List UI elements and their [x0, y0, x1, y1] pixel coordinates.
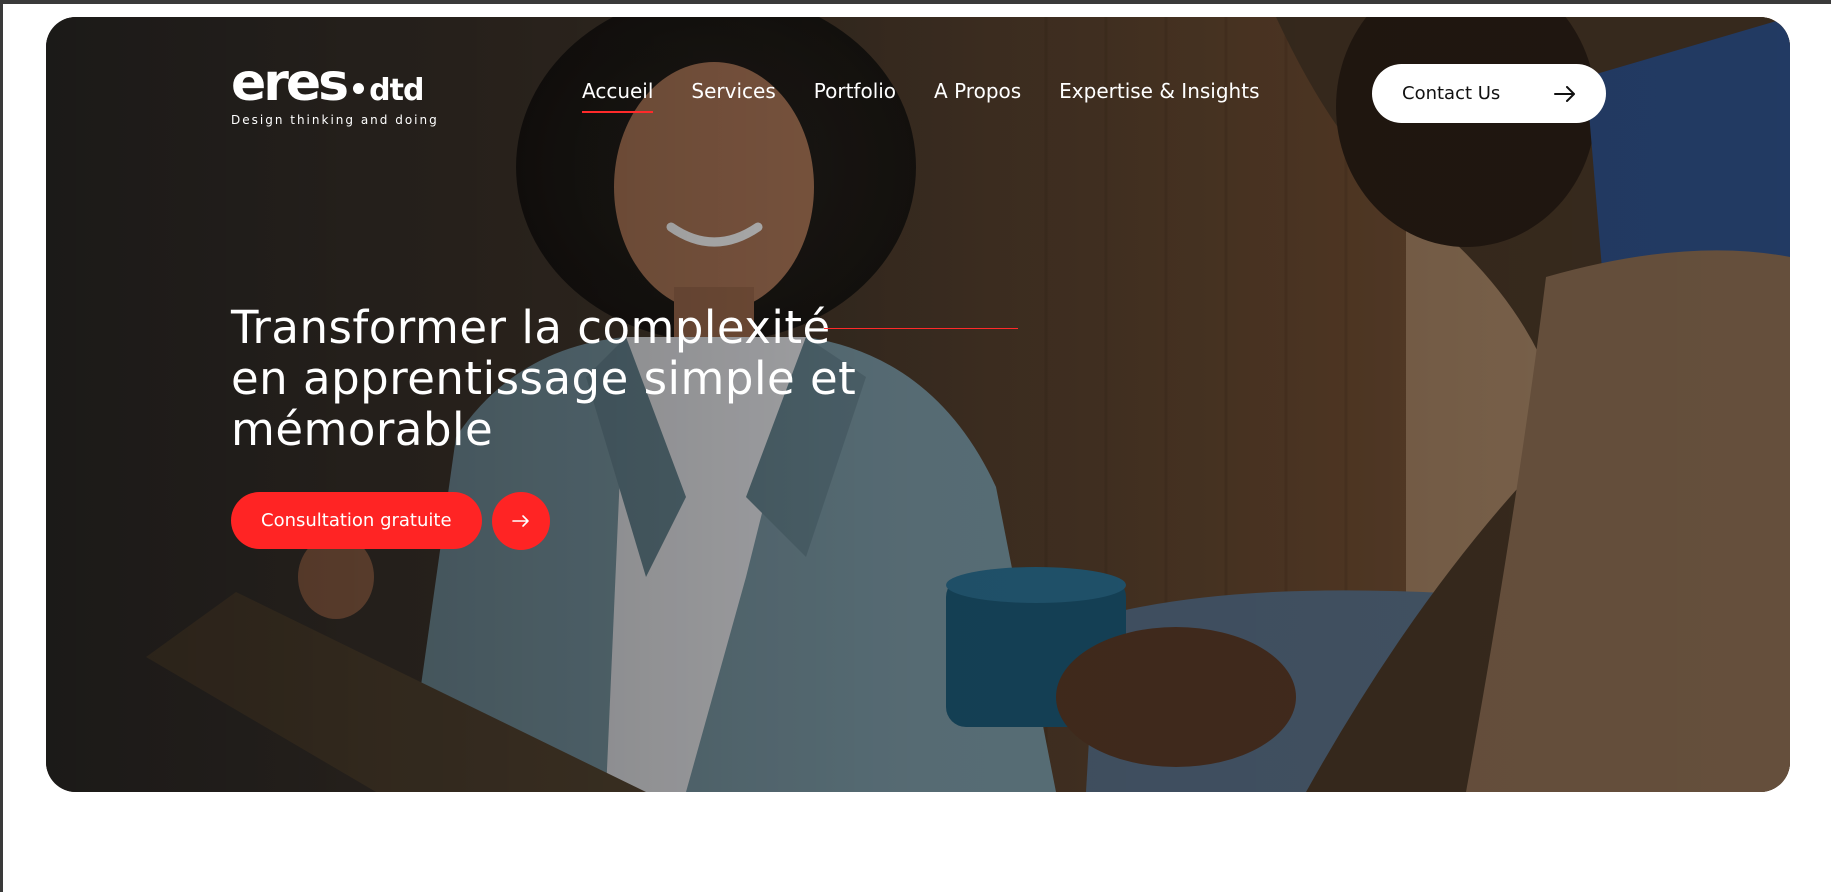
nav-item-services[interactable]: Services	[691, 79, 775, 103]
hero-cta-group: Consultation gratuite	[231, 492, 550, 550]
contact-us-button[interactable]: Contact Us	[1372, 64, 1606, 123]
hero-headline: Transformer la complexité en apprentissa…	[231, 301, 857, 456]
nav-item-portfolio[interactable]: Portfolio	[814, 79, 896, 103]
window-top-border	[0, 0, 1831, 4]
logo[interactable]: eres dtd Design thinking and doing	[231, 57, 439, 127]
consultation-button[interactable]: Consultation gratuite	[231, 492, 482, 549]
logo-dot	[353, 83, 365, 94]
window-left-border	[0, 0, 3, 892]
logo-tagline: Design thinking and doing	[231, 113, 439, 127]
consultation-arrow-button[interactable]	[491, 492, 550, 550]
logo-suffix: dtd	[369, 73, 424, 108]
nav-item-expertise-insights[interactable]: Expertise & Insights	[1059, 79, 1259, 103]
nav-item-accueil[interactable]: Accueil	[582, 79, 654, 113]
hero-section: eres dtd Design thinking and doing Accue…	[46, 17, 1790, 792]
contact-us-label: Contact Us	[1402, 83, 1501, 104]
nav-item-a-propos[interactable]: A Propos	[934, 79, 1021, 103]
arrow-right-icon	[511, 514, 530, 528]
headline-accent-line	[824, 328, 1018, 329]
logo-wordmark: eres	[231, 53, 349, 113]
arrow-right-icon	[1554, 85, 1576, 102]
main-nav: Accueil Services Portfolio A Propos Expe…	[582, 79, 1259, 113]
